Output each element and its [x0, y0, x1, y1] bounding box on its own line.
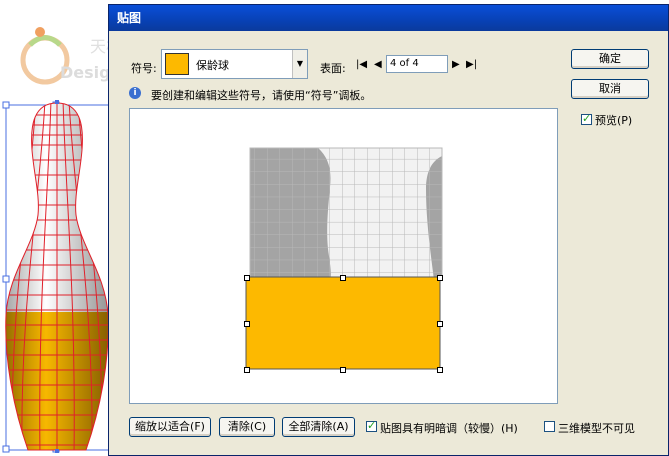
- symbol-dropdown[interactable]: 保龄球 ▼: [161, 49, 308, 79]
- placed-symbol[interactable]: [245, 276, 441, 370]
- symbol-value: 保龄球: [196, 59, 229, 72]
- preview-checkbox[interactable]: [581, 112, 592, 125]
- ok-button[interactable]: 确定: [571, 49, 649, 69]
- preview-canvas: [245, 147, 443, 370]
- resize-handle-br[interactable]: [437, 367, 443, 373]
- surface-field[interactable]: 4 of 4: [386, 55, 448, 73]
- resize-handle-bm[interactable]: [340, 367, 346, 373]
- shade-artwork-label[interactable]: 贴图具有明暗调（较慢）(H): [380, 420, 518, 436]
- resize-handle-tl[interactable]: [244, 275, 250, 281]
- shrink-to-fit-button[interactable]: 缩放以适合(F): [129, 417, 211, 437]
- symbol-label: 符号:: [131, 62, 157, 75]
- resize-handle-mr[interactable]: [437, 321, 443, 327]
- clear-button[interactable]: 清除(C): [219, 417, 275, 437]
- dialog-title: 贴图: [109, 5, 668, 31]
- symbol-swatch: [165, 53, 189, 75]
- cancel-button[interactable]: 取消: [571, 79, 649, 99]
- invisible-geometry-checkbox[interactable]: [544, 421, 555, 432]
- shade-artwork-checkbox[interactable]: [366, 419, 377, 432]
- last-surface-icon[interactable]: ▶|: [466, 59, 477, 70]
- resize-handle-bl[interactable]: [244, 367, 250, 373]
- resize-handle-ml[interactable]: [244, 321, 250, 327]
- info-icon: i: [129, 87, 141, 99]
- resize-handle-tm[interactable]: [340, 275, 346, 281]
- invisible-geometry-label[interactable]: 三维模型不可见: [558, 420, 635, 436]
- symbol-dropdown-arrow[interactable]: ▼: [292, 50, 307, 78]
- symbol-preview-area[interactable]: [129, 108, 558, 404]
- resize-handle-tr[interactable]: [437, 275, 443, 281]
- info-text: 要创建和编辑这些符号，请使用“符号”调板。: [151, 89, 372, 102]
- surface-label: 表面:: [320, 62, 346, 75]
- preview-label[interactable]: 预览(P): [595, 112, 632, 128]
- clear-all-button[interactable]: 全部清除(A): [282, 417, 355, 437]
- map-art-dialog: 贴图 符号: 保龄球 ▼ 表面: |◀ ◀ 4 of 4 ▶ ▶| i 要创建和…: [108, 4, 669, 456]
- first-surface-icon[interactable]: |◀: [356, 59, 367, 70]
- next-surface-icon[interactable]: ▶: [452, 59, 460, 70]
- prev-surface-icon[interactable]: ◀: [374, 59, 382, 70]
